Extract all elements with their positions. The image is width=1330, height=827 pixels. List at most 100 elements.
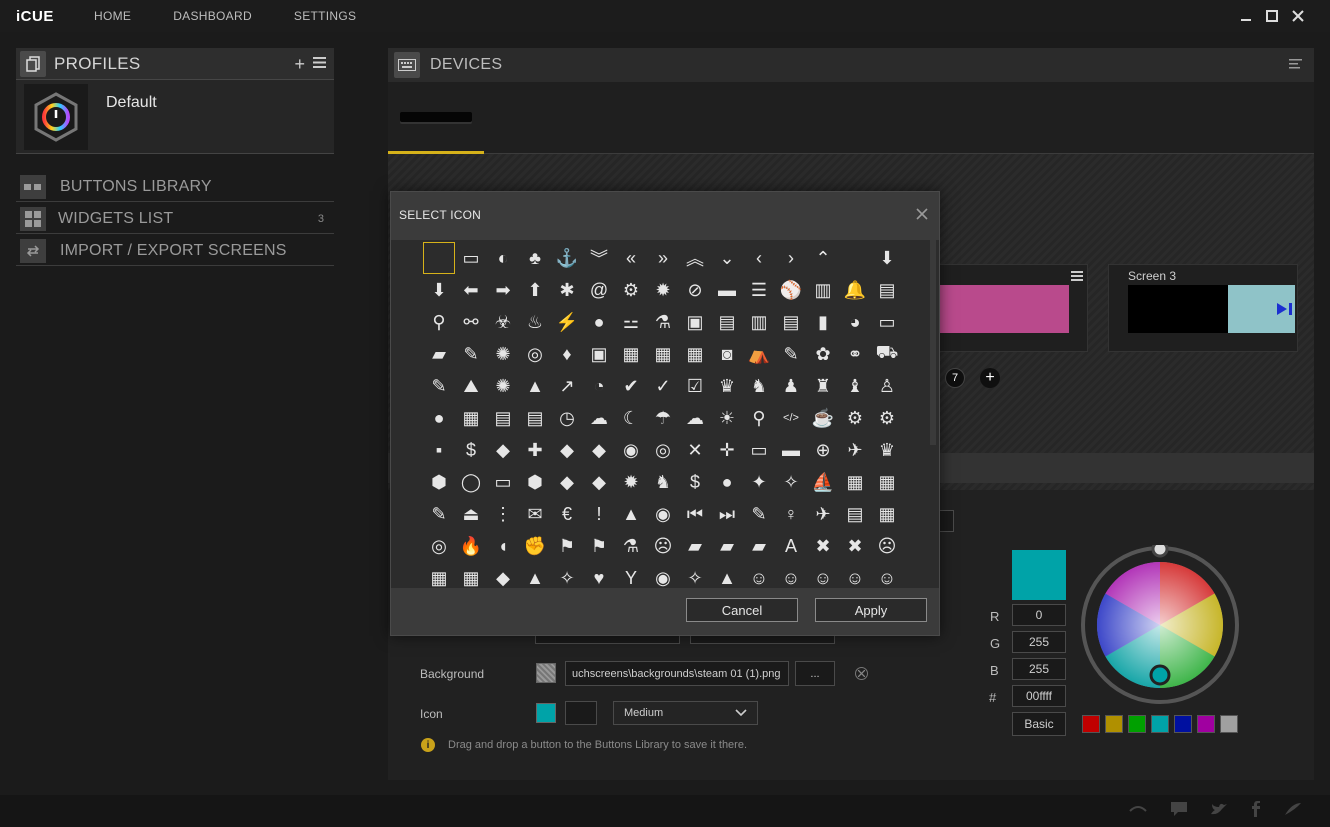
icon-cell[interactable]: ☺ [743,562,775,588]
icon-cell[interactable]: ▤ [711,306,743,338]
icon-cell[interactable]: ✛ [711,434,743,466]
devices-menu-icon[interactable] [1289,56,1302,74]
icon-cell[interactable]: ✹ [647,274,679,306]
icon-cell[interactable]: ⚗ [647,306,679,338]
icon-cell[interactable] [839,242,871,274]
preset-color-yellow[interactable] [1105,715,1123,733]
icon-cell[interactable]: ▰ [743,530,775,562]
icon-cell[interactable]: ✧ [551,562,583,588]
icon-cell[interactable]: ▥ [743,306,775,338]
icon-cell[interactable]: ◆ [551,434,583,466]
icon-cell[interactable]: ⚙ [871,402,903,434]
icon-cell[interactable]: ♣ [519,242,551,274]
hex-input[interactable]: 00ffff [1012,685,1066,707]
close-icon[interactable] [1290,6,1306,26]
icon-cell[interactable]: ▣ [679,306,711,338]
icon-cell[interactable]: ♞ [647,466,679,498]
import-export-row[interactable]: IMPORT / EXPORT SCREENS [16,236,334,266]
icon-cell[interactable]: ⬇ [423,274,455,306]
icon-cell[interactable]: ▰ [679,530,711,562]
icon-cell[interactable]: ♀ [775,498,807,530]
icon-cell[interactable]: $ [679,466,711,498]
icon-cell[interactable]: ⏮ [679,498,711,530]
preset-color-cyan[interactable] [1151,715,1169,733]
icon-cell[interactable]: ⚲ [743,402,775,434]
icon-picker-button[interactable] [565,701,597,725]
icon-cell[interactable]: ✱ [551,274,583,306]
icon-cell[interactable]: ◎ [519,338,551,370]
preset-color-blue[interactable] [1174,715,1192,733]
icon-cell[interactable]: ✎ [743,498,775,530]
icon-cell[interactable]: Y [615,562,647,588]
icon-cell[interactable]: ⚓ [551,242,583,274]
icon-cell[interactable]: ✧ [775,466,807,498]
cancel-button[interactable]: Cancel [686,598,798,622]
icon-cell[interactable]: ▥ [807,274,839,306]
screen-card-2[interactable] [935,264,1088,352]
icon-cell[interactable]: ▦ [679,338,711,370]
icon-cell[interactable]: ◉ [647,498,679,530]
icon-cell[interactable]: ▦ [423,562,455,588]
icon-cell[interactable]: ⚑ [583,530,615,562]
icon-cell[interactable]: ⛵ [807,466,839,498]
icon-cell[interactable]: ✦ [743,466,775,498]
icon-cell[interactable]: ⬇ [871,242,903,274]
scrollbar-thumb[interactable] [930,240,936,445]
icon-cell[interactable]: ☺ [775,562,807,588]
icon-cell[interactable]: ✈ [807,498,839,530]
icon-cell[interactable]: ♟ [775,370,807,402]
background-path-input[interactable]: uchscreens\backgrounds\steam 01 (1).png [565,661,789,686]
icon-cell[interactable]: ⛺ [743,338,775,370]
icon-cell[interactable]: ◷ [551,402,583,434]
icon-cell[interactable]: ▤ [519,402,551,434]
preset-color-red[interactable] [1082,715,1100,733]
icon-cell[interactable]: ♞ [743,370,775,402]
icon-cell[interactable]: ⏭ [711,498,743,530]
chat-icon[interactable] [1170,801,1188,822]
clear-background-icon[interactable] [855,667,868,680]
icon-cell[interactable]: ▭ [455,242,487,274]
icon-cell[interactable]: ▮ [807,306,839,338]
maximize-icon[interactable] [1264,6,1280,26]
icon-cell[interactable]: ▬ [711,274,743,306]
icon-cell[interactable]: ◆ [551,466,583,498]
icon-cell[interactable]: ▰ [711,530,743,562]
icon-cell[interactable]: ☑ [679,370,711,402]
icon-cell[interactable]: ⬅ [455,274,487,306]
icon-cell[interactable]: ◆ [487,562,519,588]
icon-cell[interactable]: ♛ [871,434,903,466]
icon-cell[interactable]: ▦ [455,562,487,588]
icon-cell[interactable]: « [615,242,647,274]
icon-cell[interactable]: ‹ [743,242,775,274]
icon-cell[interactable]: » [647,242,679,274]
icon-cell[interactable]: ▭ [743,434,775,466]
icon-cell[interactable]: ▦ [839,466,871,498]
r-input[interactable]: 0 [1012,604,1066,626]
icon-cell[interactable]: ⚡ [551,306,583,338]
widgets-list-row[interactable]: WIDGETS LIST 3 [16,204,334,234]
icon-cell[interactable]: ✊ [519,530,551,562]
icon-cell[interactable]: ▦ [871,466,903,498]
icon-cell[interactable]: ✎ [455,338,487,370]
corsair-icon[interactable] [1284,801,1302,822]
icon-cell[interactable]: ▦ [647,338,679,370]
icon-cell[interactable]: ▲ [519,562,551,588]
icon-cell[interactable]: ♝ [839,370,871,402]
icon-cell[interactable]: ☁ [583,402,615,434]
icon-cell[interactable]: ✈ [839,434,871,466]
icon-cell[interactable]: ⚍ [615,306,647,338]
icon-cell[interactable]: ▲ [711,562,743,588]
icon-cell[interactable]: ⚯ [455,306,487,338]
icon-cell[interactable]: ♥ [583,562,615,588]
icon-cell[interactable]: ● [711,466,743,498]
icon-grid-scrollbar[interactable] [929,240,937,588]
icon-cell[interactable]: </> [775,402,807,434]
icon-cell[interactable]: ✕ [679,434,711,466]
icon-cell[interactable]: ◙ [711,338,743,370]
nav-dashboard[interactable]: DASHBOARD [173,9,252,23]
icon-cell[interactable]: ● [423,402,455,434]
icon-cell[interactable]: ◆ [583,434,615,466]
icon-cell[interactable]: ▣ [583,338,615,370]
icon-cell[interactable]: ♛ [711,370,743,402]
icon-cell[interactable]: 🔥 [455,530,487,562]
